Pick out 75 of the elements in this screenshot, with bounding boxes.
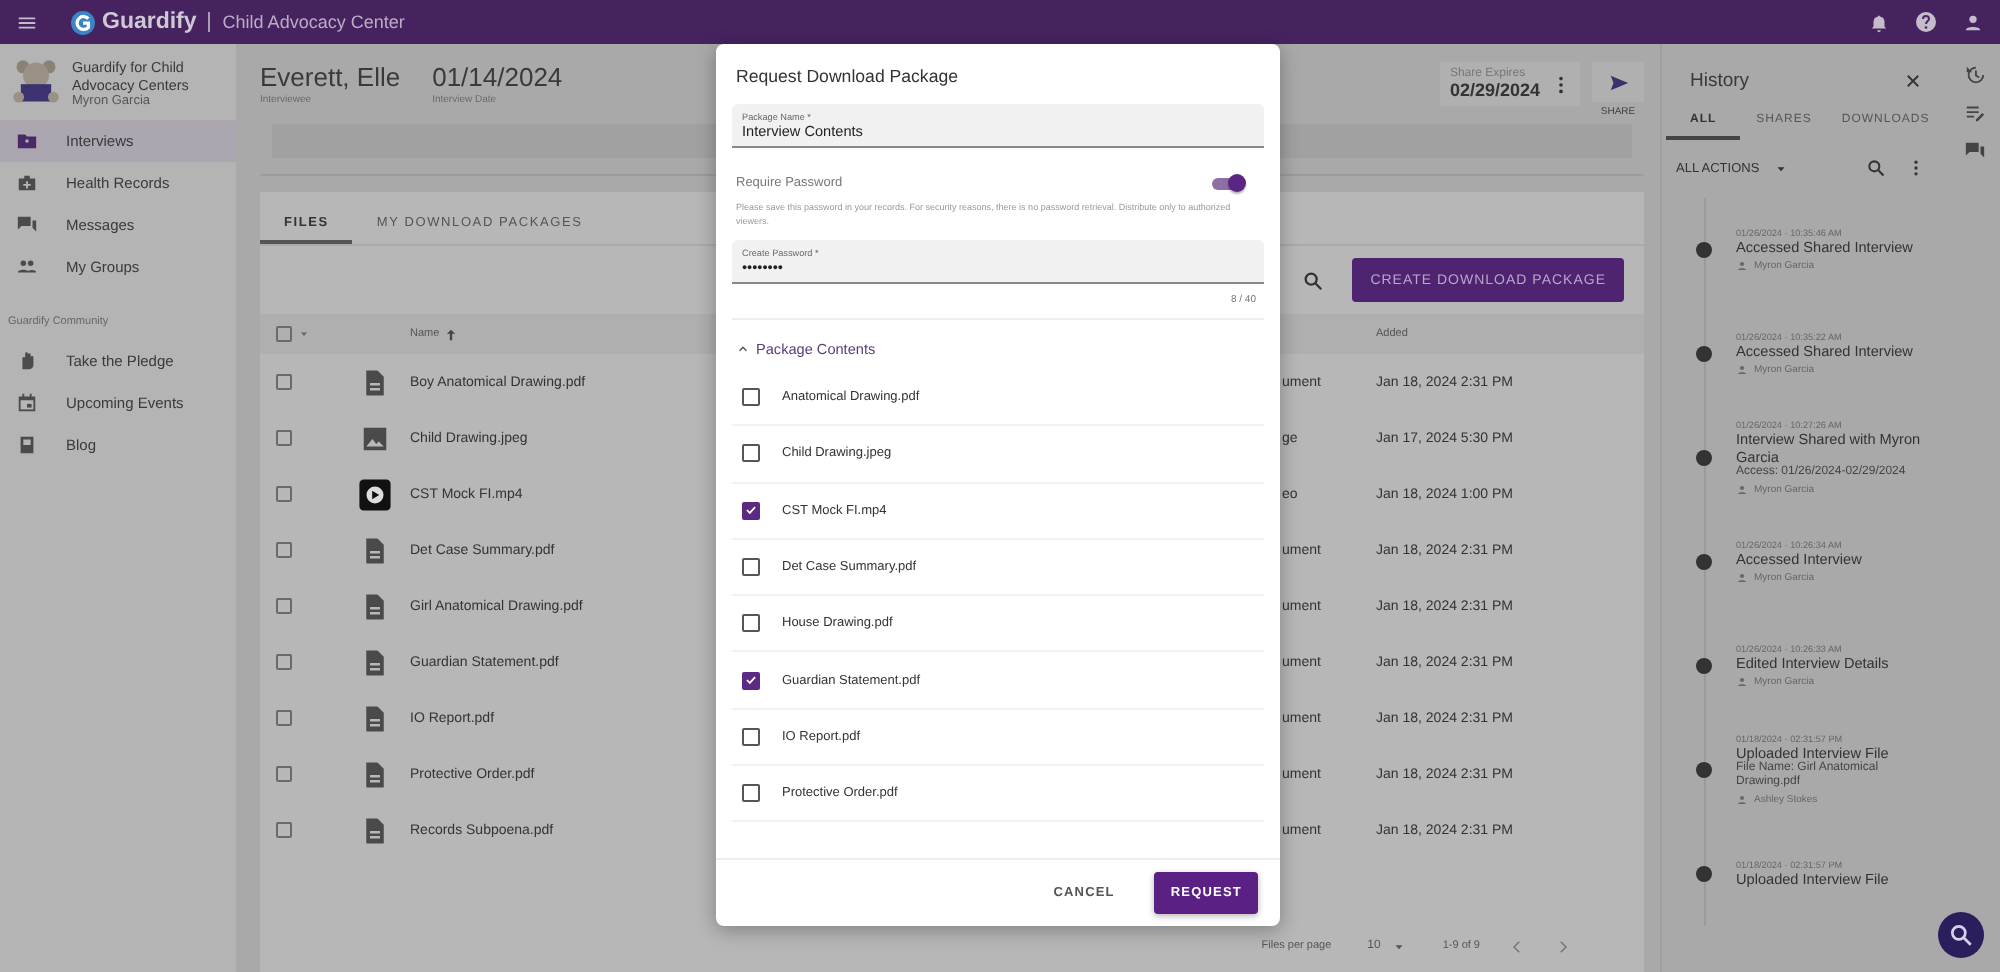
document-icon bbox=[360, 367, 390, 397]
checkbox[interactable] bbox=[276, 486, 292, 502]
search-icon[interactable] bbox=[1866, 158, 1886, 178]
group-icon bbox=[16, 256, 38, 278]
checkbox[interactable] bbox=[276, 710, 292, 726]
search-icon bbox=[1948, 922, 1974, 948]
user-icon[interactable] bbox=[1962, 11, 1984, 33]
interview-date: 01/14/2024 bbox=[432, 62, 563, 92]
timeline-dot bbox=[1696, 866, 1712, 882]
checkbox[interactable] bbox=[276, 822, 292, 838]
timeline-dot bbox=[1696, 450, 1712, 466]
edit-note-icon[interactable] bbox=[1964, 102, 1986, 124]
person-icon bbox=[1736, 572, 1748, 584]
checkbox[interactable] bbox=[276, 542, 292, 558]
app-subtitle: Child Advocacy Center bbox=[222, 12, 405, 32]
send-icon bbox=[1607, 71, 1629, 93]
document-icon bbox=[360, 535, 390, 565]
calendar-icon bbox=[16, 392, 38, 414]
history-icon[interactable] bbox=[1964, 64, 1986, 86]
timeline-dot bbox=[1696, 554, 1712, 570]
share-button[interactable] bbox=[1592, 62, 1644, 102]
dialog-title: Request Download Package bbox=[734, 64, 961, 90]
checkbox[interactable] bbox=[742, 501, 760, 520]
search-button[interactable] bbox=[1938, 912, 1984, 958]
timeline-dot bbox=[1696, 658, 1712, 674]
caret-down-icon[interactable] bbox=[298, 328, 310, 340]
checkbox[interactable] bbox=[276, 430, 292, 446]
hand-icon bbox=[16, 350, 38, 372]
document-icon bbox=[360, 591, 390, 621]
panel-title: History bbox=[1690, 70, 1750, 92]
checkbox[interactable] bbox=[742, 671, 760, 690]
notifications-icon[interactable] bbox=[1868, 11, 1890, 33]
checkbox[interactable] bbox=[276, 374, 292, 390]
checkbox[interactable] bbox=[276, 598, 292, 614]
logo-icon bbox=[70, 9, 96, 35]
checkbox[interactable] bbox=[276, 766, 292, 782]
chat-icon[interactable] bbox=[1964, 140, 1986, 162]
checkbox[interactable] bbox=[276, 654, 292, 670]
person-icon bbox=[1736, 260, 1748, 272]
checkbox[interactable] bbox=[742, 388, 760, 407]
book-icon bbox=[16, 434, 38, 456]
timeline-dot bbox=[1696, 762, 1712, 778]
chevron-up-icon bbox=[736, 342, 750, 356]
timeline-dot bbox=[1696, 242, 1712, 258]
close-icon[interactable] bbox=[1904, 72, 1922, 90]
checkbox[interactable] bbox=[742, 614, 760, 633]
help-icon[interactable] bbox=[1914, 10, 1938, 34]
person-icon bbox=[1736, 794, 1748, 806]
app-title: Guardify bbox=[102, 10, 197, 34]
sort-arrow-icon[interactable] bbox=[443, 327, 458, 341]
timeline-dot bbox=[1696, 346, 1712, 362]
document-icon bbox=[360, 759, 390, 789]
caret-down-icon bbox=[1392, 939, 1407, 953]
checkbox[interactable] bbox=[742, 784, 760, 803]
person-icon bbox=[1736, 364, 1748, 376]
person-icon bbox=[1736, 484, 1748, 496]
teddy-bear-icon bbox=[10, 56, 62, 108]
checkbox[interactable] bbox=[742, 444, 760, 463]
share-expires-date: 02/29/2024 bbox=[1449, 80, 1540, 100]
caret-down-icon bbox=[1773, 161, 1788, 175]
document-icon bbox=[360, 815, 390, 845]
toggle-switch[interactable] bbox=[1212, 177, 1244, 189]
checkbox[interactable] bbox=[742, 727, 760, 746]
search-icon[interactable] bbox=[1302, 269, 1325, 291]
interviewee-name: Everett, Elle bbox=[260, 62, 401, 92]
medical-kit-icon bbox=[16, 172, 38, 194]
person-icon bbox=[1736, 676, 1748, 688]
image-icon bbox=[360, 423, 390, 453]
document-icon bbox=[360, 647, 390, 677]
document-icon bbox=[360, 703, 390, 733]
chat-icon bbox=[16, 214, 38, 236]
video-thumbnail-icon bbox=[358, 477, 392, 511]
checkbox[interactable] bbox=[742, 558, 760, 577]
folder-icon bbox=[16, 130, 38, 152]
checkbox[interactable] bbox=[276, 326, 292, 342]
